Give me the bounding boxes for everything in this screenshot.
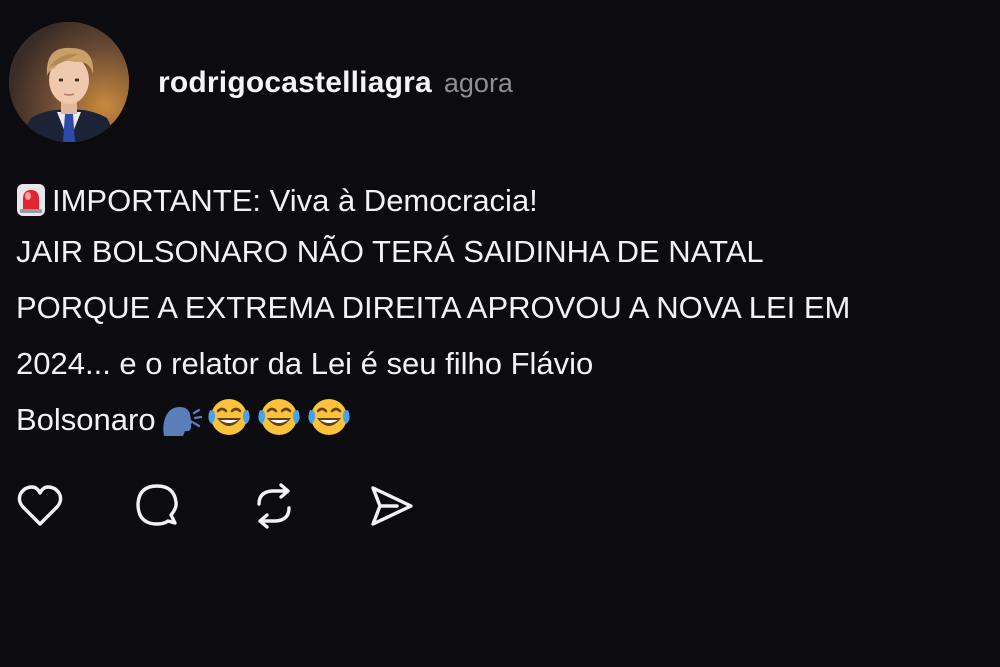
share-button[interactable] (365, 480, 417, 532)
post-text-line: Bolsonaro (16, 392, 991, 448)
username[interactable]: rodrigocastelliagra (158, 66, 432, 100)
post-text: IMPORTANTE: Viva à Democracia! JAIR BOLS… (16, 178, 991, 448)
timestamp: agora (443, 68, 513, 98)
post-text-last-word: Bolsonaro (16, 402, 156, 437)
post-header: rodrigocastelliagra agora (158, 66, 513, 106)
post-text-line: 2024... e o relator da Lei é seu filho F… (16, 346, 594, 381)
post-text-line: PORQUE A EXTREMA DIREITA APROVOU A NOVA … (16, 290, 851, 325)
rotating-light-siren-icon (16, 183, 46, 217)
thread-post: rodrigocastelliagra agora IMPORTANTE: Vi… (0, 0, 1000, 667)
speech-bubble-icon (136, 484, 178, 526)
comment-button[interactable] (131, 480, 183, 532)
tears-of-joy-icon (306, 396, 352, 456)
post-actions (14, 480, 482, 532)
avatar[interactable] (9, 22, 129, 142)
post-text-line: JAIR BOLSONARO NÃO TERÁ SAIDINHA DE NATA… (16, 234, 764, 269)
repost-button[interactable] (248, 480, 300, 532)
heart-icon (17, 485, 63, 526)
speaking-head-icon (160, 400, 202, 456)
tears-of-joy-icon (256, 396, 302, 456)
send-icon (371, 486, 413, 526)
repost-icon (257, 483, 291, 529)
profile-photo (9, 22, 129, 142)
like-button[interactable] (14, 480, 66, 532)
headline-text: IMPORTANTE: Viva à Democracia! (52, 183, 538, 218)
tears-of-joy-icon (206, 396, 252, 456)
post-text-line: IMPORTANTE: Viva à Democracia! (16, 178, 991, 224)
